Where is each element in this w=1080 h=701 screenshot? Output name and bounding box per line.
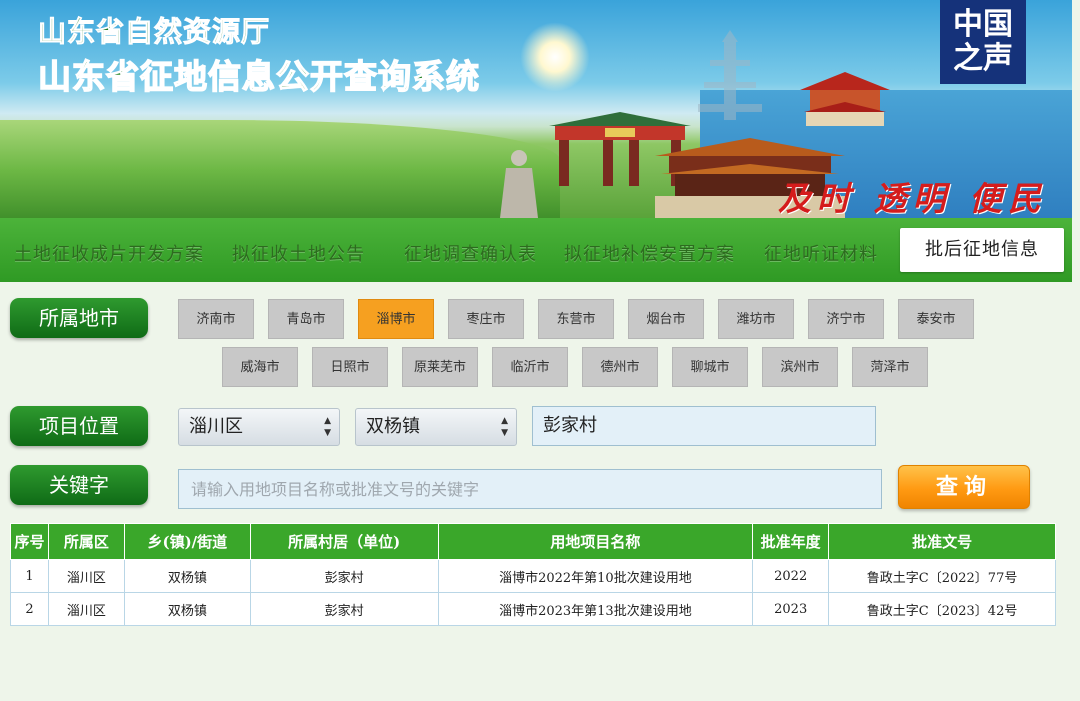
city-button-heze[interactable]: 菏泽市 [852, 347, 928, 387]
table-row[interactable]: 2 淄川区 双杨镇 彭家村 淄博市2023年第13批次建设用地 2023 鲁政土… [10, 592, 1056, 626]
city-button-jining[interactable]: 济宁市 [808, 299, 884, 339]
cell-approval-number: 鲁政土字C〔2022〕77号 [828, 559, 1056, 593]
pavilion-decoration [800, 72, 890, 126]
keyword-input[interactable] [178, 469, 882, 509]
city-button-dezhou[interactable]: 德州市 [582, 347, 658, 387]
cell-approval-year: 2022 [752, 559, 830, 593]
cell-approval-number: 鲁政土字C〔2023〕42号 [828, 592, 1056, 626]
tab-compensation-plan[interactable]: 拟征地补偿安置方案 [564, 240, 735, 266]
select-arrows-icon: ▲ ▼ [501, 416, 508, 438]
tab-development-plan[interactable]: 土地征收成片开发方案 [14, 240, 204, 266]
city-button-zaozhuang[interactable]: 枣庄市 [448, 299, 524, 339]
city-button-weihai[interactable]: 威海市 [222, 347, 298, 387]
cell-district: 淄川区 [47, 592, 125, 626]
city-button-laiwu[interactable]: 原莱芜市 [402, 347, 478, 387]
city-button-jinan[interactable]: 济南市 [178, 299, 254, 339]
cell-approval-year: 2023 [752, 592, 830, 626]
city-button-linyi[interactable]: 临沂市 [492, 347, 568, 387]
village-field[interactable]: 彭家村 [532, 406, 876, 446]
town-select-value: 双杨镇 [366, 416, 420, 437]
cell-town: 双杨镇 [123, 592, 251, 626]
city-button-dongying[interactable]: 东营市 [538, 299, 614, 339]
table-row[interactable]: 1 淄川区 双杨镇 彭家村 淄博市2022年第10批次建设用地 2022 鲁政土… [10, 559, 1056, 593]
cell-project-name: 淄博市2023年第13批次建设用地 [437, 592, 754, 626]
cell-index: 2 [10, 592, 49, 626]
keyword-label: 关键字 [10, 465, 148, 505]
cell-town: 双杨镇 [123, 559, 251, 593]
city-button-rizhao[interactable]: 日照市 [312, 347, 388, 387]
cell-index: 1 [10, 559, 49, 593]
sun-decoration [520, 22, 590, 92]
department-title: 山东省自然资源厅 [37, 16, 271, 48]
town-select[interactable]: 双杨镇 ▲ ▼ [355, 408, 517, 446]
district-select[interactable]: 淄川区 ▲ ▼ [178, 408, 340, 446]
statue-decoration [500, 150, 538, 218]
location-label: 项目位置 [10, 406, 148, 446]
city-button-taian[interactable]: 泰安市 [898, 299, 974, 339]
column-header-project-name: 用地项目名称 [437, 523, 754, 560]
china-voice-logo-text: 中国之声 [953, 7, 1013, 76]
city-button-liaocheng[interactable]: 聊城市 [672, 347, 748, 387]
column-header-approval-year: 批准年度 [752, 523, 830, 560]
tab-hearing-materials[interactable]: 征地听证材料 [764, 240, 878, 266]
cell-village: 彭家村 [249, 592, 439, 626]
header-banner: 山东省自然资源厅 山东省征地信息公开查询系统 及时 透明 便民 中国之声 [0, 0, 1072, 218]
tower-decoration [698, 30, 762, 120]
column-header-village: 所属村居（单位) [249, 523, 439, 560]
system-title: 山东省征地信息公开查询系统 [37, 57, 480, 96]
search-button[interactable]: 查询 [898, 465, 1030, 509]
city-button-zibo[interactable]: 淄博市 [358, 299, 434, 339]
china-voice-logo: 中国之声 [940, 0, 1026, 84]
table-header-row: 序号 所属区 乡(镇)/街道 所属村居（单位) 用地项目名称 批准年度 批准文号 [10, 523, 1056, 560]
column-header-town: 乡(镇)/街道 [123, 523, 251, 560]
city-label: 所属地市 [10, 298, 148, 338]
tab-post-approval-info[interactable]: 批后征地信息 [900, 228, 1064, 272]
tab-expropriation-notice[interactable]: 拟征收土地公告 [232, 240, 365, 266]
slogan: 及时 透明 便民 [778, 179, 1047, 218]
city-button-binzhou[interactable]: 滨州市 [762, 347, 838, 387]
column-header-index: 序号 [10, 523, 49, 560]
column-header-approval-number: 批准文号 [828, 523, 1056, 560]
cell-project-name: 淄博市2022年第10批次建设用地 [437, 559, 754, 593]
cell-village: 彭家村 [249, 559, 439, 593]
column-header-district: 所属区 [47, 523, 125, 560]
select-arrows-icon: ▲ ▼ [324, 416, 331, 438]
cell-district: 淄川区 [47, 559, 125, 593]
city-button-qingdao[interactable]: 青岛市 [268, 299, 344, 339]
main-nav: 土地征收成片开发方案 拟征收土地公告 征地调查确认表 拟征地补偿安置方案 征地听… [0, 218, 1072, 282]
tea-field-decoration [0, 120, 560, 218]
district-select-value: 淄川区 [189, 416, 243, 437]
results-table: 序号 所属区 乡(镇)/街道 所属村居（单位) 用地项目名称 批准年度 批准文号… [10, 523, 1056, 626]
city-button-yantai[interactable]: 烟台市 [628, 299, 704, 339]
city-button-weifang[interactable]: 潍坊市 [718, 299, 794, 339]
tab-survey-confirmation[interactable]: 征地调查确认表 [404, 240, 537, 266]
